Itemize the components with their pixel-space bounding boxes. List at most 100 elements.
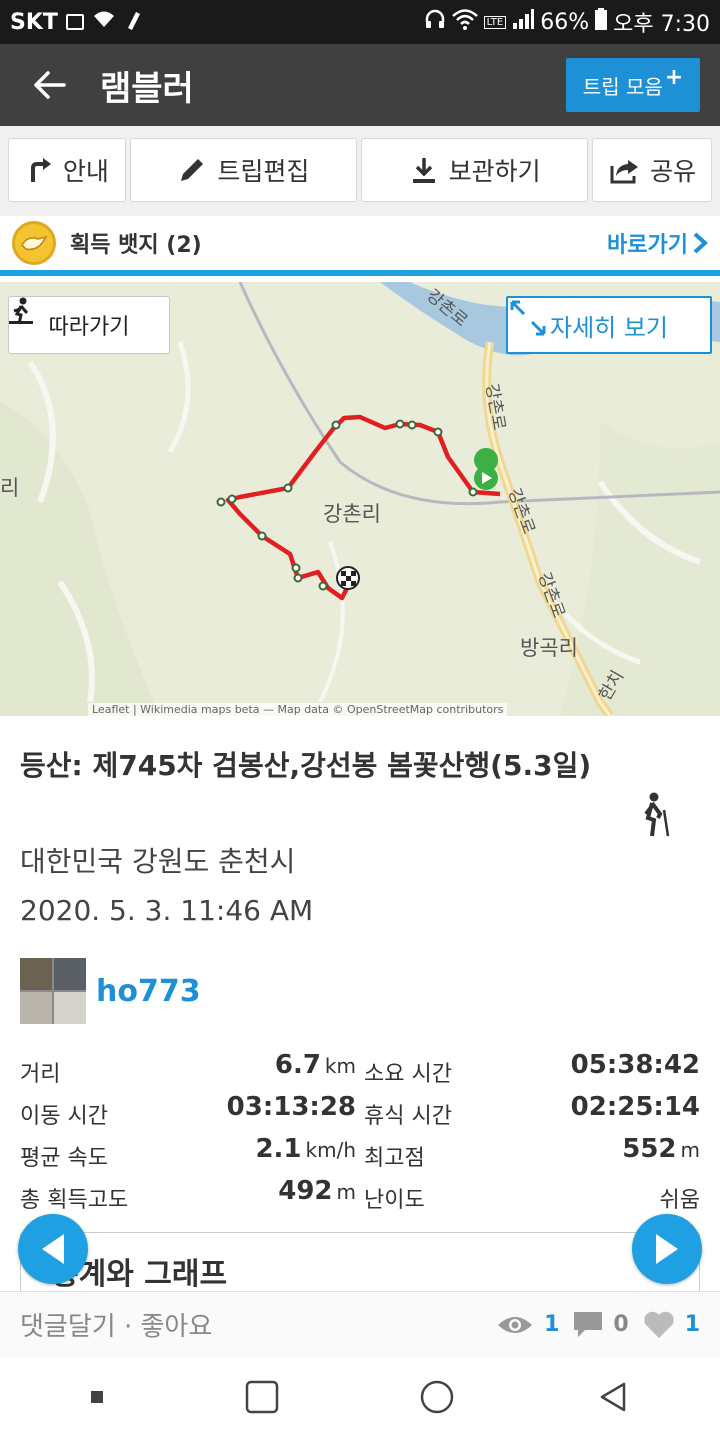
detail-view-label: 자세히 보기 bbox=[549, 313, 669, 342]
save-button[interactable]: 보관하기 bbox=[361, 138, 589, 202]
start-marker-icon bbox=[474, 448, 499, 490]
hiker-walking-icon bbox=[9, 297, 33, 325]
distance-label: 거리 bbox=[20, 1062, 61, 1087]
map-attribution[interactable]: Leaflet | Wikimedia maps beta — Map data… bbox=[88, 703, 508, 716]
detail-view-button[interactable]: 자세히 보기 bbox=[506, 296, 712, 354]
recent-apps-button[interactable] bbox=[90, 1389, 104, 1408]
rest-time-label: 휴식 시간 bbox=[364, 1104, 452, 1129]
small-square-icon bbox=[91, 1391, 104, 1403]
headset-icon bbox=[424, 8, 446, 36]
distance-value: 6.7 km bbox=[274, 1050, 356, 1080]
avatar[interactable] bbox=[20, 958, 86, 1024]
eye-icon bbox=[498, 1316, 533, 1333]
trip-collection-button[interactable]: 트립 모음 + bbox=[566, 58, 700, 112]
duration-value: 05:38:42 bbox=[570, 1050, 700, 1080]
overview-button[interactable] bbox=[245, 1380, 279, 1418]
signal-icon bbox=[512, 9, 535, 35]
route-map[interactable]: 강촌리 방곡리 강촌로 강촌로 강촌로 강촌로 한치 리 따라가기 자세히 보기… bbox=[0, 282, 720, 716]
system-back-button[interactable] bbox=[596, 1380, 630, 1418]
download-icon bbox=[412, 158, 435, 183]
edit-trip-label: 트립편집 bbox=[217, 157, 310, 186]
comments-counter: 0 bbox=[573, 1311, 629, 1339]
chevron-right-icon bbox=[693, 232, 708, 254]
user-row[interactable]: ho773 bbox=[20, 958, 201, 1024]
counters: 1 0 1 bbox=[496, 1311, 700, 1339]
comments-count: 0 bbox=[613, 1312, 629, 1337]
square-icon bbox=[245, 1380, 278, 1413]
turn-right-icon bbox=[30, 158, 51, 182]
rest-time-value: 02:25:14 bbox=[570, 1092, 700, 1122]
expand-icon bbox=[510, 300, 546, 336]
username[interactable]: ho773 bbox=[96, 974, 201, 1009]
badge-goto-label: 바로가기 bbox=[607, 233, 688, 258]
lte-icon: LTE bbox=[483, 15, 507, 29]
trip-info: 등산: 제745차 검봉산,강선봉 봄꽃산행(5.3일) 대한민국 강원도 춘천… bbox=[0, 716, 720, 1291]
guide-button[interactable]: 안내 bbox=[8, 138, 126, 202]
battery-icon bbox=[595, 8, 608, 36]
badge-coin-icon bbox=[12, 221, 56, 265]
stats-table: 거리 6.7 km 소요 시간 05:38:42 이동 시간 03:13:28 휴… bbox=[20, 1050, 700, 1218]
action-row: 안내 트립편집 보관하기 공유 bbox=[0, 126, 720, 216]
trip-location: 대한민국 강원도 춘천시 bbox=[20, 845, 296, 878]
follow-button[interactable]: 따라가기 bbox=[8, 296, 170, 354]
battery-percent: 66% bbox=[540, 9, 590, 35]
share-label: 공유 bbox=[650, 157, 697, 186]
guide-label: 안내 bbox=[62, 157, 109, 186]
home-button[interactable] bbox=[419, 1379, 455, 1419]
max-elevation-value: 552 m bbox=[622, 1134, 700, 1164]
map-label-village: 방곡리 bbox=[520, 636, 578, 660]
views-counter: 1 bbox=[496, 1312, 559, 1337]
moving-time-label: 이동 시간 bbox=[20, 1104, 108, 1129]
stats-row: 이동 시간 03:13:28 휴식 시간 02:25:14 bbox=[20, 1092, 700, 1134]
elevation-gain-value: 492 m bbox=[278, 1176, 356, 1206]
map-label-village: 강촌리 bbox=[323, 502, 381, 526]
next-trip-button[interactable] bbox=[632, 1214, 702, 1284]
previous-trip-button[interactable] bbox=[18, 1214, 88, 1284]
pencil-icon bbox=[181, 159, 204, 181]
heart-icon bbox=[643, 1311, 674, 1338]
stats-row: 총 획득고도 492 m 난이도 쉬움 bbox=[20, 1176, 700, 1218]
max-elevation-label: 최고점 bbox=[364, 1146, 425, 1171]
duration-label: 소요 시간 bbox=[364, 1062, 452, 1087]
image-notification-icon bbox=[65, 14, 84, 30]
save-label: 보관하기 bbox=[448, 157, 541, 186]
comment-like-link[interactable]: 댓글달기 · 좋아요 bbox=[20, 1306, 212, 1343]
plus-icon: + bbox=[664, 64, 684, 90]
share-icon bbox=[610, 160, 639, 184]
triangle-left-icon bbox=[42, 1234, 64, 1264]
likes-count: 1 bbox=[684, 1312, 700, 1337]
stats-graph-card[interactable]: 통계와 그래프 bbox=[20, 1232, 700, 1291]
badge-label: 획득 뱃지 (2) bbox=[70, 233, 202, 258]
elevation-gain-label: 총 획득고도 bbox=[20, 1188, 129, 1213]
page-title: 램블러 bbox=[100, 68, 194, 109]
trip-date: 2020. 5. 3. 11:46 AM bbox=[20, 894, 314, 927]
avg-speed-label: 평균 속도 bbox=[20, 1146, 108, 1171]
comment-icon bbox=[574, 1311, 603, 1337]
app-bar: 램블러 트립 모음 + bbox=[0, 44, 720, 126]
stats-row: 거리 6.7 km 소요 시간 05:38:42 bbox=[20, 1050, 700, 1092]
comment-bar: 댓글달기 · 좋아요 1 0 1 bbox=[0, 1291, 720, 1357]
finish-flag-icon bbox=[336, 566, 360, 590]
circle-icon bbox=[421, 1380, 454, 1413]
likes-counter[interactable]: 1 bbox=[643, 1311, 700, 1339]
map-label-edge: 리 bbox=[0, 476, 20, 500]
back-button[interactable] bbox=[0, 71, 100, 99]
hiking-icon bbox=[638, 792, 674, 842]
wifi-question-icon bbox=[92, 9, 116, 35]
share-button[interactable]: 공유 bbox=[592, 138, 712, 202]
trip-title: 등산: 제745차 검봉산,강선봉 봄꽃산행(5.3일) bbox=[20, 749, 592, 782]
tool-icon bbox=[124, 8, 142, 36]
wifi-icon bbox=[451, 8, 478, 36]
status-bar: SKT LTE 66% 오후 7:30 bbox=[0, 0, 720, 44]
badge-bar[interactable]: 획득 뱃지 (2) 바로가기 bbox=[0, 216, 720, 276]
stats-row: 평균 속도 2.1 km/h 최고점 552 m bbox=[20, 1134, 700, 1176]
edit-trip-button[interactable]: 트립편집 bbox=[129, 138, 357, 202]
system-nav-bar bbox=[0, 1357, 720, 1440]
badge-goto-link[interactable]: 바로가기 bbox=[607, 227, 708, 259]
moving-time-value: 03:13:28 bbox=[226, 1092, 356, 1122]
trip-collection-label: 트립 모음 bbox=[582, 74, 663, 99]
carrier-label: SKT bbox=[10, 9, 58, 35]
arrow-left-icon bbox=[34, 71, 66, 99]
follow-label: 따라가기 bbox=[48, 315, 130, 340]
back-triangle-icon bbox=[600, 1382, 625, 1411]
